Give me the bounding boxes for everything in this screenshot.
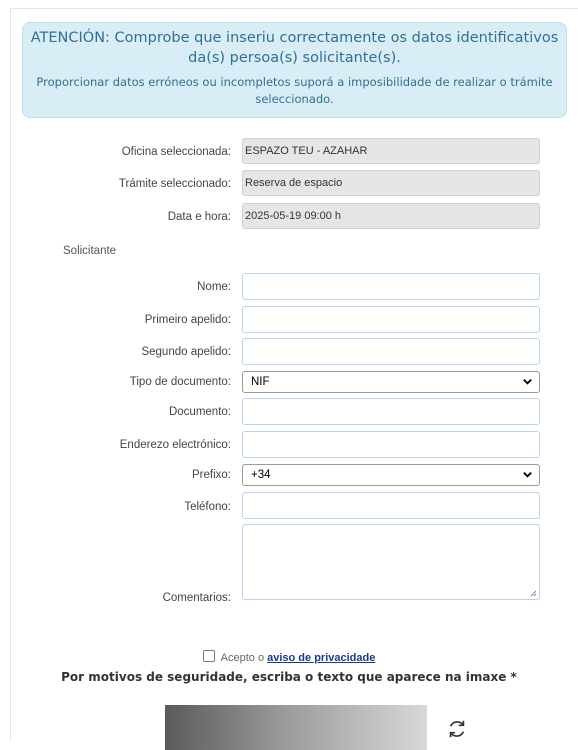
refresh-icon[interactable] [446,718,468,740]
chevron-down-icon [523,472,532,478]
surname2-label: Segundo apelido: [141,346,231,358]
procedure-field: Reserva de espacio [242,170,540,196]
prefix-select[interactable]: +34 [242,464,540,486]
panel-left-border [10,8,11,742]
office-field: ESPAZO TEU - AZAHAR [242,138,540,164]
datetime-label: Data e hora: [167,211,231,223]
resize-grip-icon[interactable] [530,590,537,597]
phone-input[interactable] [242,492,540,519]
alert-title: ATENCIÓN: Comprobe que inseriu correctam… [30,30,559,66]
comments-textarea[interactable] [242,524,540,600]
surname1-input[interactable] [242,306,540,333]
email-input[interactable] [242,431,540,458]
privacy-checkbox[interactable] [202,650,215,662]
doc-type-label: Tipo de documento: [129,376,231,388]
prefix-label: Prefixo: [192,469,231,481]
chevron-down-icon [523,379,532,385]
office-label: Oficina seleccionada: [121,146,231,158]
name-input[interactable] [242,273,540,300]
datetime-field: 2025-05-19 09:00 h [242,203,540,229]
attention-alert: ATENCIÓN: Comprobe que inseriu correctam… [22,22,567,118]
privacy-row: Acepto o aviso de privacidade [0,650,578,664]
doc-type-select[interactable]: NIF [242,371,540,393]
doc-type-value: NIF [251,376,270,388]
surname2-input[interactable] [242,338,540,365]
privacy-accept-text: Acepto o [220,652,265,664]
document-input[interactable] [242,398,540,425]
email-label: Enderezo electrónico: [119,439,231,451]
procedure-label: Trámite seleccionado: [118,178,231,190]
prefix-value: +34 [251,469,271,481]
captcha-image [165,705,427,750]
privacy-link[interactable]: aviso de privacidade [267,652,375,664]
comments-label: Comentarios: [162,592,231,604]
document-label: Documento: [168,406,231,418]
surname1-label: Primeiro apelido: [144,314,231,326]
captcha-instructions: Por motivos de seguridade, escriba o tex… [61,670,517,684]
name-label: Nome: [197,281,231,293]
phone-label: Teléfono: [184,501,231,513]
applicant-section-title: Solicitante [63,245,117,257]
alert-subtitle: Proporcionar datos erróneos ou incomplet… [36,75,553,106]
panel-top-border [10,8,578,9]
